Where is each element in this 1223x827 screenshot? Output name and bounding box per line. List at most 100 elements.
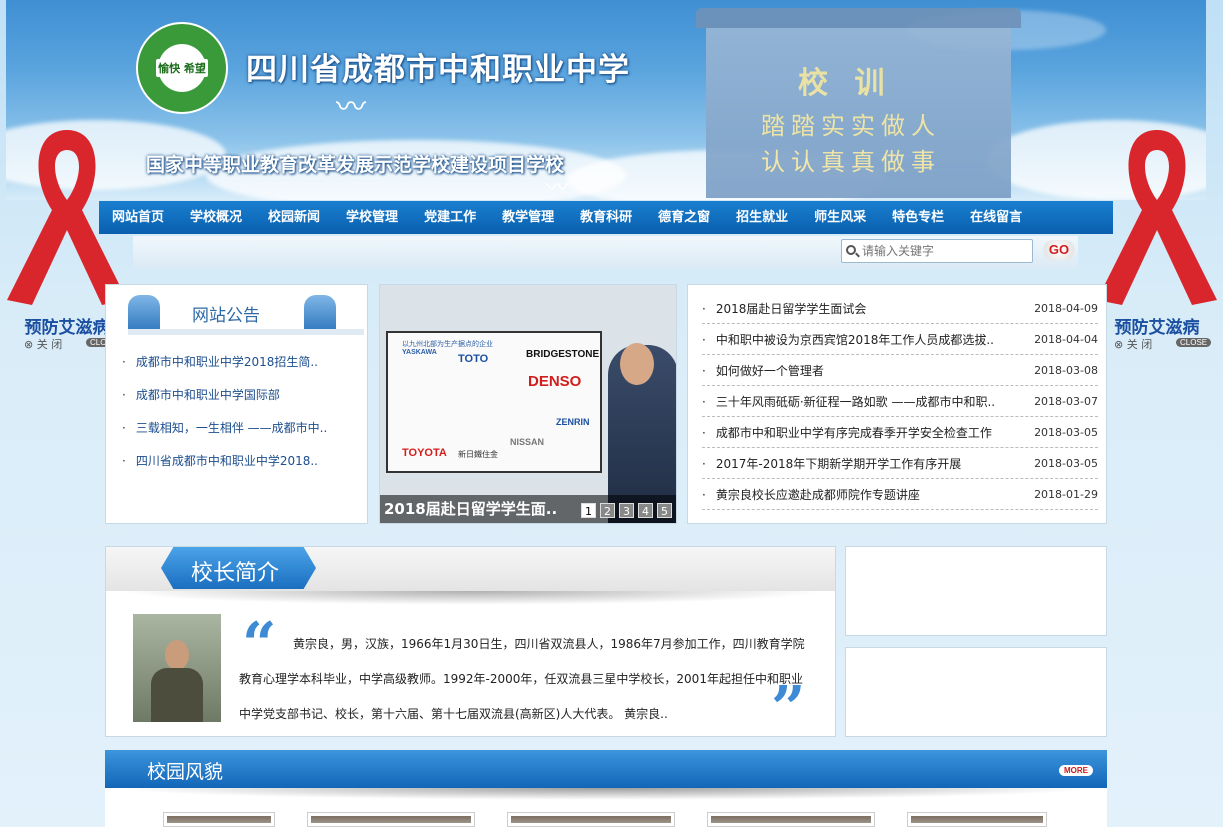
nav-item-showcase[interactable]: 师生风采 xyxy=(801,201,879,234)
more-button[interactable]: MORE xyxy=(1059,765,1093,776)
slide-image: 以九州北部为生产据点的企业 YASKAWA TOTO BRIDGESTONE D… xyxy=(386,331,602,473)
notice-item[interactable]: 三载相知，一生相伴 ——成都市中.. xyxy=(122,419,327,452)
thumbnail-image xyxy=(711,816,871,823)
motto-line: 认认真真做事 xyxy=(761,148,941,176)
campus-thumbnail[interactable] xyxy=(507,812,675,827)
campus-header: 校园风貌 MORE xyxy=(105,750,1107,788)
news-title[interactable]: 黄宗良校长应邀赴成都师院作专题讲座 xyxy=(702,486,920,503)
slide-pager: 1 2 3 4 5 xyxy=(581,503,672,518)
header-bar xyxy=(128,329,364,335)
notice-item[interactable]: 四川省成都市中和职业中学2018.. xyxy=(122,452,327,485)
notice-header: 网站公告 xyxy=(128,293,364,335)
search-icon xyxy=(846,245,856,255)
campus-gallery xyxy=(105,788,1107,827)
nav-item-special[interactable]: 特色专栏 xyxy=(879,201,957,234)
news-panel: 2018届赴日留学学生面试会 2018-04-09 中和职中被设为京西宾馆2018… xyxy=(687,284,1107,524)
brand-label: NISSAN xyxy=(510,437,545,447)
principal-panel: 校长简介 “ ” 黄宗良，男，汉族，1966年1月30日生，四川省双流县人，19… xyxy=(105,546,836,739)
aids-ribbon-right[interactable]: 预防艾滋病 ⊗ 关 闭 CLOSE xyxy=(1092,120,1222,355)
nav-item-teaching[interactable]: 教学管理 xyxy=(489,201,567,234)
ribbon-text: 预防艾滋病 xyxy=(1114,318,1200,338)
nav-item-management[interactable]: 学校管理 xyxy=(333,201,411,234)
news-title[interactable]: 三十年风雨砥砺·新征程一路如歌 ——成都市中和职.. xyxy=(702,393,995,410)
campus-thumbnail[interactable] xyxy=(307,812,475,827)
photo-face xyxy=(165,640,189,670)
campus-thumbnail[interactable] xyxy=(163,812,275,827)
slide-page-3[interactable]: 3 xyxy=(619,503,634,518)
nav-item-message[interactable]: 在线留言 xyxy=(957,201,1035,234)
principal-photo[interactable] xyxy=(133,614,221,722)
tab-decoration xyxy=(304,295,336,333)
campus-thumbnail[interactable] xyxy=(707,812,875,827)
news-row: 中和职中被设为京西宾馆2018年工作人员成都选拔.. 2018-04-04 xyxy=(702,324,1098,355)
principal-title: 校长简介 xyxy=(191,561,280,586)
news-row: 黄宗良校长应邀赴成都师院作专题讲座 2018-01-29 xyxy=(702,479,1098,510)
brand-label: DENSO xyxy=(528,373,582,390)
bird-decoration: 〰 xyxy=(336,90,366,125)
notice-item[interactable]: 成都市中和职业中学国际部 xyxy=(122,386,327,419)
brand-label: ZENRIN xyxy=(556,417,590,427)
notice-list: 成都市中和职业中学2018招生简.. 成都市中和职业中学国际部 三载相知，一生相… xyxy=(122,353,327,485)
go-button[interactable]: GO xyxy=(1043,240,1075,260)
school-logo[interactable]: 愉快 希望 xyxy=(136,22,228,114)
thumbnail-image xyxy=(911,816,1043,823)
slide-page-1[interactable]: 1 xyxy=(581,503,596,518)
principal-bio[interactable]: 黄宗良，男，汉族，1966年1月30日生，四川省双流县人，1986年7月参加工作… xyxy=(239,627,809,732)
board-header: 以九州北部为生产据点的企业 xyxy=(402,341,493,348)
brand-label: 新日鐵住金 xyxy=(458,450,498,459)
campus-title: 校园风貌 xyxy=(147,761,224,783)
ribbon-close-badge[interactable]: CLOSE xyxy=(1176,338,1212,347)
nav-item-admissions[interactable]: 招生就业 xyxy=(723,201,801,234)
news-date: 2018-03-08 xyxy=(1034,363,1098,377)
news-title[interactable]: 如何做好一个管理者 xyxy=(702,362,824,379)
news-date: 2018-03-05 xyxy=(1034,425,1098,439)
slide-page-5[interactable]: 5 xyxy=(657,503,672,518)
notice-item[interactable]: 成都市中和职业中学2018招生简.. xyxy=(122,353,327,386)
notice-panel: 网站公告 成都市中和职业中学2018招生简.. 成都市中和职业中学国际部 三载相… xyxy=(105,284,368,524)
logo-text: 愉快 希望 xyxy=(156,59,208,77)
header-shadow xyxy=(113,788,1099,800)
side-box-bottom xyxy=(845,647,1107,737)
nav-item-research[interactable]: 教育科研 xyxy=(567,201,645,234)
school-subtitle: 国家中等职业教育改革发展示范学校建设项目学校 xyxy=(146,154,565,176)
brand-label: TOYOTA xyxy=(402,447,447,459)
news-row: 2017年-2018年下期新学期开学工作有序开展 2018-03-05 xyxy=(702,448,1098,479)
news-date: 2018-04-09 xyxy=(1034,301,1098,315)
slide-person-head xyxy=(620,343,654,385)
nav-item-moral[interactable]: 德育之窗 xyxy=(645,201,723,234)
nav-item-party[interactable]: 党建工作 xyxy=(411,201,489,234)
motto-title: 校 训 xyxy=(798,66,893,101)
school-motto: 校 训 踏踏实实做人 认认真真做事 xyxy=(696,8,1021,198)
header-banner: 愉快 希望 四川省成都市中和职业中学 〰 〰 国家中等职业教育改革发展示范学校建… xyxy=(6,0,1206,200)
news-list: 2018届赴日留学学生面试会 2018-04-09 中和职中被设为京西宾馆2018… xyxy=(702,293,1098,510)
red-ribbon-icon xyxy=(7,130,127,305)
header-shadow xyxy=(116,591,825,605)
news-date: 2018-03-05 xyxy=(1034,456,1098,470)
news-date: 2018-01-29 xyxy=(1034,487,1098,501)
ribbon-close-link[interactable]: ⊗ 关 闭 xyxy=(1114,336,1152,352)
motto-line: 踏踏实实做人 xyxy=(761,112,941,140)
nav-item-overview[interactable]: 学校概况 xyxy=(177,201,255,234)
news-row: 2018届赴日留学学生面试会 2018-04-09 xyxy=(702,293,1098,324)
search-input[interactable] xyxy=(841,239,1033,263)
slide-page-2[interactable]: 2 xyxy=(600,503,615,518)
news-date: 2018-04-04 xyxy=(1034,332,1098,346)
ribbon-close-link[interactable]: ⊗ 关 闭 xyxy=(24,336,62,352)
news-row: 三十年风雨砥砺·新征程一路如歌 ——成都市中和职.. 2018-03-07 xyxy=(702,386,1098,417)
red-ribbon-icon xyxy=(1097,130,1217,305)
news-title[interactable]: 成都市中和职业中学有序完成春季开学安全检查工作 xyxy=(702,424,992,441)
principal-header: 校长简介 xyxy=(106,547,835,591)
school-name: 四川省成都市中和职业中学 xyxy=(246,52,630,88)
news-title[interactable]: 2018届赴日留学学生面试会 xyxy=(702,300,867,317)
slideshow[interactable]: 以九州北部为生产据点的企业 YASKAWA TOTO BRIDGESTONE D… xyxy=(379,284,677,524)
slide-page-4[interactable]: 4 xyxy=(638,503,653,518)
thumbnail-image xyxy=(511,816,671,823)
news-date: 2018-03-07 xyxy=(1034,394,1098,408)
news-title[interactable]: 2017年-2018年下期新学期开学工作有序开展 xyxy=(702,455,961,472)
brand-label: BRIDGESTONE xyxy=(526,349,600,360)
nav-item-campus-news[interactable]: 校园新闻 xyxy=(255,201,333,234)
news-title[interactable]: 中和职中被设为京西宾馆2018年工作人员成都选拔.. xyxy=(702,331,994,348)
campus-thumbnail[interactable] xyxy=(907,812,1047,827)
tab-decoration xyxy=(128,295,160,333)
search-bar: GO xyxy=(133,236,1078,268)
